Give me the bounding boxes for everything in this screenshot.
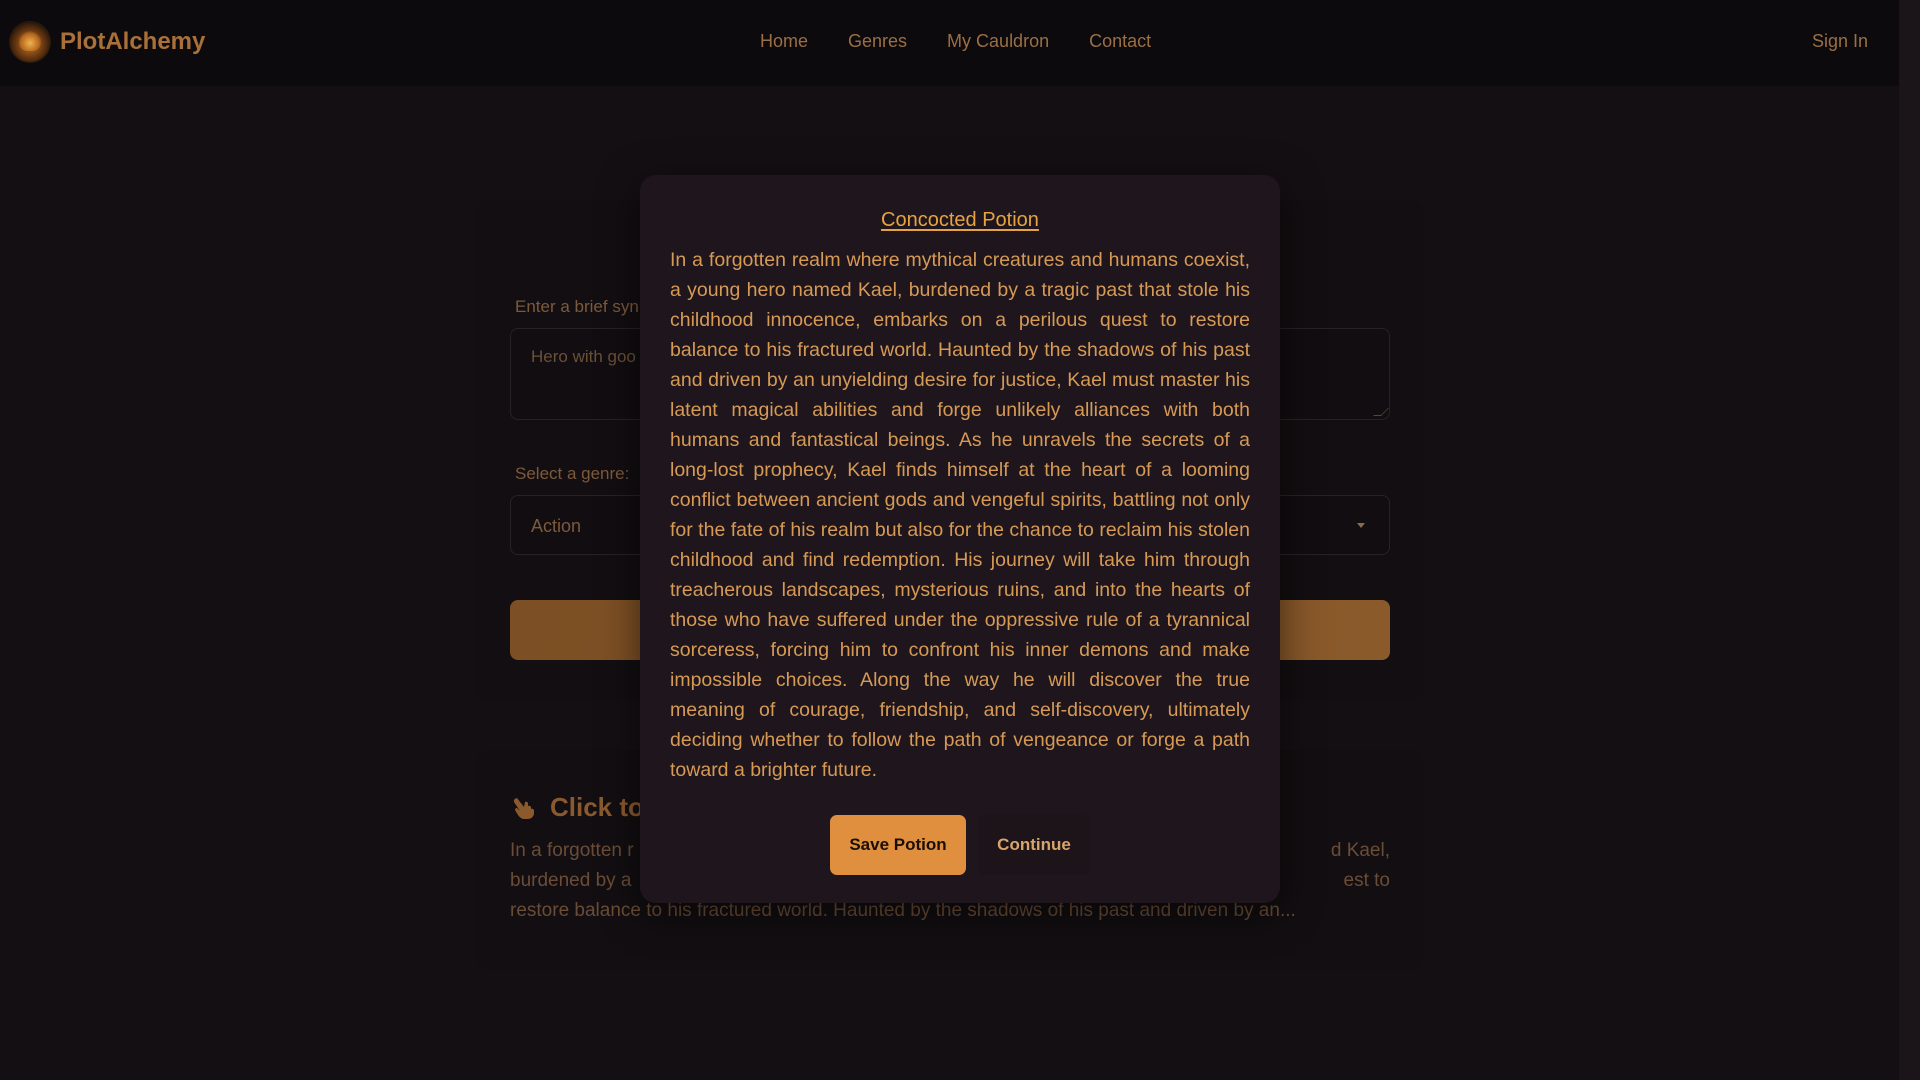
genre-label: Select a genre:: [515, 464, 630, 483]
nav-item-contact[interactable]: Contact: [1089, 31, 1151, 52]
result-heading-text: Click to: [550, 792, 644, 822]
page-scrollbar[interactable]: [1899, 0, 1920, 1080]
pointing-hand-icon: [510, 794, 538, 822]
nav-item-my-cauldron[interactable]: My Cauldron: [947, 31, 1049, 52]
nav-links: Home Genres My Cauldron Contact: [760, 31, 1151, 52]
synopsis-label: Enter a brief syn: [515, 297, 639, 316]
modal-actions: Save Potion Continue: [640, 815, 1280, 875]
synopsis-placeholder: Hero with goo: [531, 347, 636, 366]
sign-in-link[interactable]: Sign In: [1812, 31, 1868, 52]
genre-selected-value: Action: [531, 516, 582, 536]
modal-body-text: In a forgotten realm where mythical crea…: [670, 249, 1250, 781]
nav-item-genres[interactable]: Genres: [848, 31, 907, 52]
navbar: PlotAlchemy Home Genres My Cauldron Cont…: [0, 0, 1899, 86]
brand[interactable]: PlotAlchemy: [10, 22, 205, 62]
cauldron-logo-icon: [10, 22, 50, 62]
chevron-down-icon: [1357, 523, 1365, 528]
continue-button[interactable]: Continue: [978, 815, 1090, 875]
save-potion-button[interactable]: Save Potion: [830, 815, 966, 875]
nav-item-home[interactable]: Home: [760, 31, 808, 52]
resize-grip-icon[interactable]: [1373, 408, 1389, 416]
brand-name: PlotAlchemy: [60, 28, 206, 55]
result-heading: Click to: [510, 792, 644, 823]
potion-modal: Concocted Potion In a forgotten realm wh…: [640, 175, 1280, 903]
modal-title: Concocted Potion: [881, 209, 1039, 231]
